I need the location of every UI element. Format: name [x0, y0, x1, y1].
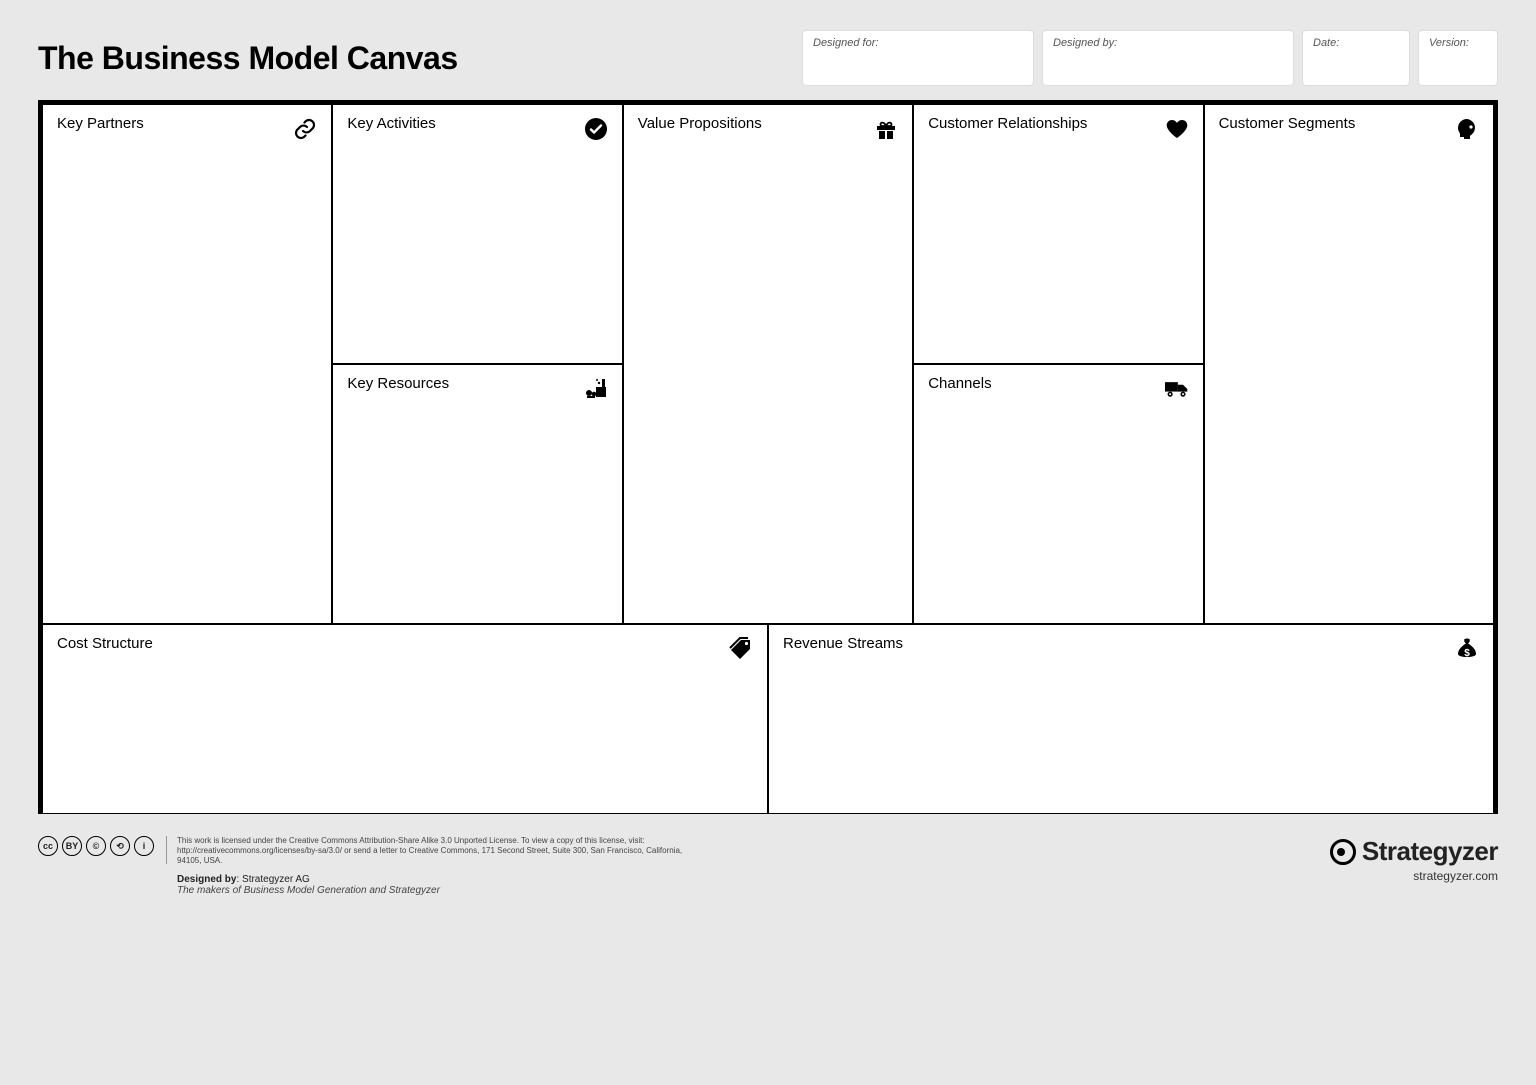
page-title: The Business Model Canvas	[38, 30, 538, 86]
bmc-canvas: Key Partners Key Activities Key Resourc	[38, 100, 1498, 814]
cell-cost-structure[interactable]: Cost Structure	[42, 624, 768, 814]
cell-title-key-resources: Key Resources	[347, 375, 449, 392]
cell-key-partners[interactable]: Key Partners	[42, 104, 332, 624]
cell-key-activities[interactable]: Key Activities	[332, 104, 622, 364]
meta-designed-by[interactable]: Designed by:	[1042, 30, 1294, 86]
credits-makers: The makers of Business Model Generation …	[177, 885, 697, 896]
cell-title-customer-segments: Customer Segments	[1219, 115, 1356, 132]
link-icon	[291, 115, 319, 143]
header: The Business Model Canvas Designed for: …	[38, 30, 1498, 86]
cell-title-key-activities: Key Activities	[347, 115, 435, 132]
cc-info-icon: i	[134, 836, 154, 856]
factory-icon	[582, 375, 610, 403]
heart-icon	[1163, 115, 1191, 143]
footer-divider	[166, 836, 167, 864]
cell-title-cost-structure: Cost Structure	[57, 635, 153, 652]
credits-designed-by: Designed by: Strategyzer AG	[177, 874, 697, 885]
money-bag-icon: $	[1453, 635, 1481, 663]
footer: cc BY © ⟲ i This work is licensed under …	[38, 836, 1498, 896]
meta-date[interactable]: Date:	[1302, 30, 1410, 86]
person-head-icon	[1453, 115, 1481, 143]
check-circle-icon	[582, 115, 610, 143]
cell-title-value-propositions: Value Propositions	[638, 115, 762, 132]
cc-badges: cc BY © ⟲ i	[38, 836, 154, 856]
strategyzer-logo: Strategyzer	[1330, 836, 1498, 867]
meta-designed-by-label: Designed by:	[1053, 37, 1117, 49]
cell-customer-relationships[interactable]: Customer Relationships	[913, 104, 1203, 364]
cell-value-propositions[interactable]: Value Propositions	[623, 104, 913, 624]
cell-channels[interactable]: Channels	[913, 364, 1203, 624]
cell-title-channels: Channels	[928, 375, 991, 392]
cell-title-customer-relationships: Customer Relationships	[928, 115, 1087, 132]
cc-nc-icon: ©	[86, 836, 106, 856]
cell-title-key-partners: Key Partners	[57, 115, 144, 132]
cc-badge-icon: cc	[38, 836, 58, 856]
meta-date-label: Date:	[1313, 37, 1339, 49]
strategyzer-wordmark: Strategyzer	[1362, 836, 1498, 867]
cell-revenue-streams[interactable]: Revenue Streams $	[768, 624, 1494, 814]
gift-icon	[872, 115, 900, 143]
meta-version-label: Version:	[1429, 37, 1469, 49]
cell-key-resources[interactable]: Key Resources	[332, 364, 622, 624]
truck-icon	[1163, 375, 1191, 403]
meta-designed-for-label: Designed for:	[813, 37, 878, 49]
cell-title-revenue-streams: Revenue Streams	[783, 635, 903, 652]
meta-designed-for[interactable]: Designed for:	[802, 30, 1034, 86]
cell-customer-segments[interactable]: Customer Segments	[1204, 104, 1494, 624]
strategyzer-url: strategyzer.com	[1330, 869, 1498, 883]
cc-by-icon: BY	[62, 836, 82, 856]
strategyzer-logo-mark-icon	[1330, 839, 1356, 865]
price-tag-icon	[727, 635, 755, 663]
cc-sa-icon: ⟲	[110, 836, 130, 856]
meta-version[interactable]: Version:	[1418, 30, 1498, 86]
license-text: This work is licensed under the Creative…	[177, 836, 697, 866]
svg-text:$: $	[1464, 648, 1470, 659]
